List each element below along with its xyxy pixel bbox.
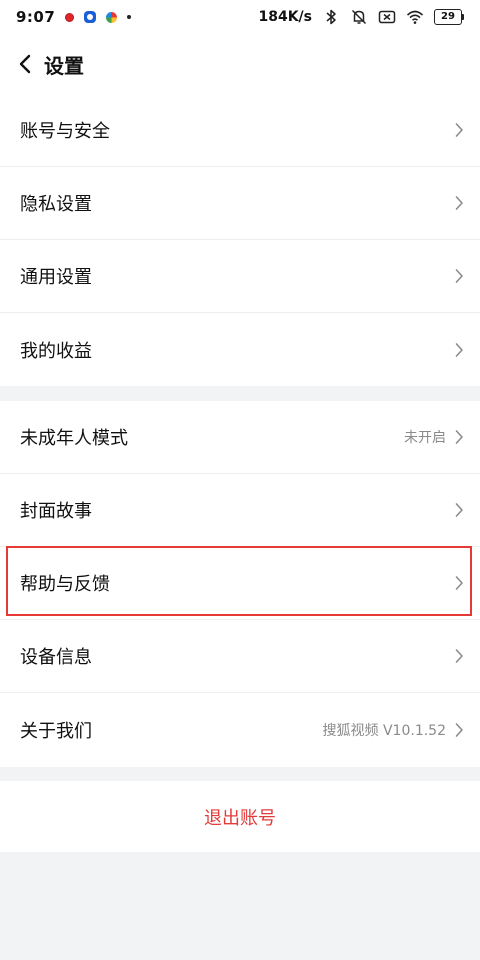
- menu-item-right: [454, 502, 464, 518]
- menu-item-right: [454, 195, 464, 211]
- bluetooth-icon: [326, 9, 336, 25]
- battery-level: 29: [434, 9, 462, 25]
- menu-item-about-us[interactable]: 关于我们 搜狐视频 V10.1.52: [0, 693, 480, 766]
- menu-item-right: [454, 575, 464, 591]
- menu-item-right: [454, 122, 464, 138]
- menu-item-general-settings[interactable]: 通用设置: [0, 240, 480, 313]
- battery-indicator: 29: [434, 9, 464, 25]
- settings-group-1: 账号与安全 隐私设置 通用设置 我的收益: [0, 94, 480, 386]
- page-title: 设置: [44, 53, 84, 78]
- chevron-right-icon: [455, 196, 463, 210]
- menu-item-privacy-settings[interactable]: 隐私设置: [0, 167, 480, 240]
- menu-item-minor-mode[interactable]: 未成年人模式 未开启: [0, 401, 480, 474]
- minor-mode-status: 未开启: [404, 430, 446, 446]
- sim-disabled-icon: [378, 10, 396, 24]
- more-notifications-icon: [127, 15, 132, 19]
- chevron-left-icon: [19, 54, 31, 74]
- menu-item-right: 搜狐视频 V10.1.52: [323, 720, 464, 740]
- chevron-right-icon: [455, 123, 463, 137]
- bell-muted-icon: [351, 9, 367, 25]
- menu-item-label: 账号与安全: [20, 121, 110, 142]
- chevron-right-icon: [455, 722, 463, 737]
- status-bar: 9:07 184K/s 29: [0, 0, 480, 34]
- menu-item-device-info[interactable]: 设备信息: [0, 620, 480, 693]
- battery-tip: [462, 14, 464, 20]
- chevron-right-icon: [455, 430, 463, 444]
- menu-item-cover-story[interactable]: 封面故事: [0, 474, 480, 547]
- menu-item-right: [454, 268, 464, 284]
- logout-button[interactable]: 退出账号: [0, 781, 480, 852]
- notification-red-icon: [65, 12, 75, 22]
- menu-item-label: 关于我们: [20, 720, 92, 742]
- chevron-right-icon: [455, 649, 463, 663]
- notification-colorful-icon: [106, 11, 118, 23]
- notification-app-icon: [84, 11, 97, 23]
- settings-group-2: 未成年人模式 未开启 封面故事 帮助与反馈 设备信息 关于我们 搜狐视频 V10…: [0, 401, 480, 767]
- status-time: 9:07: [16, 8, 56, 26]
- menu-item-label: 通用设置: [20, 267, 92, 288]
- menu-item-label: 帮助与反馈: [20, 574, 110, 595]
- menu-item-right: [454, 648, 464, 664]
- logout-label: 退出账号: [204, 807, 276, 829]
- header: 设置: [0, 34, 480, 94]
- menu-item-right: 未开启: [404, 427, 464, 447]
- menu-item-label: 隐私设置: [20, 194, 92, 215]
- menu-item-label: 未成年人模式: [20, 428, 128, 449]
- menu-item-right: [454, 342, 464, 358]
- back-button[interactable]: [2, 34, 48, 94]
- chevron-right-icon: [455, 269, 463, 283]
- menu-item-label: 设备信息: [20, 647, 92, 668]
- chevron-right-icon: [455, 342, 463, 357]
- wifi-icon: [406, 10, 424, 24]
- app-version: 搜狐视频 V10.1.52: [322, 722, 446, 739]
- status-left: 9:07: [16, 8, 132, 26]
- menu-item-help-feedback[interactable]: 帮助与反馈: [0, 547, 480, 620]
- network-speed: 184K/s: [258, 9, 312, 25]
- menu-item-account-security[interactable]: 账号与安全: [0, 94, 480, 167]
- chevron-right-icon: [455, 503, 463, 517]
- menu-item-label: 封面故事: [20, 501, 92, 522]
- chevron-right-icon: [455, 576, 463, 590]
- menu-item-label: 我的收益: [20, 340, 92, 362]
- status-right: 184K/s 29: [258, 8, 464, 26]
- menu-item-my-earnings[interactable]: 我的收益: [0, 313, 480, 386]
